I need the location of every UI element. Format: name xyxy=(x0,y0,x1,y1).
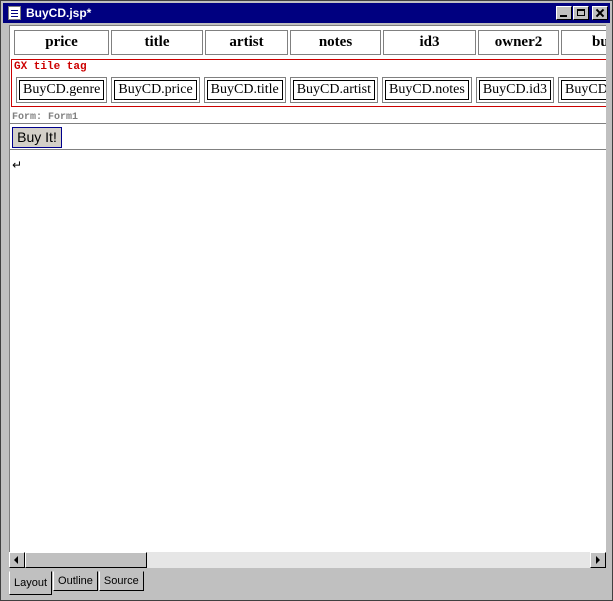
window-title: BuyCD.jsp* xyxy=(26,6,92,20)
scrollbar-thumb[interactable] xyxy=(25,552,147,568)
form-container[interactable]: Buy It! xyxy=(10,123,606,150)
tile-label: BuyCD.notes xyxy=(385,80,469,100)
gx-tile-tag[interactable]: GX tile tag BuyCD.genre BuyCD.price BuyC… xyxy=(11,59,606,107)
tile-label: BuyCD.artist xyxy=(292,80,375,100)
return-icon: ↵ xyxy=(12,158,23,172)
tile-price[interactable]: BuyCD.price xyxy=(111,77,200,103)
header-cell-owner2[interactable]: owner2 xyxy=(478,30,559,55)
scroll-right-icon[interactable] xyxy=(590,552,606,568)
tile-artist[interactable]: BuyCD.artist xyxy=(289,77,378,103)
header-cell-bu[interactable]: bu xyxy=(561,30,606,55)
gx-tile-tag-label: GX tile tag xyxy=(14,61,87,73)
tile-label: BuyCD xyxy=(561,80,606,100)
scroll-left-icon[interactable] xyxy=(9,552,25,568)
view-tabs: Layout Outline Source xyxy=(9,571,145,595)
tile-id3[interactable]: BuyCD.id3 xyxy=(475,77,555,103)
tile-genre[interactable]: BuyCD.genre xyxy=(16,77,108,103)
tab-outline[interactable]: Outline xyxy=(53,571,98,591)
design-canvas[interactable]: price title artist notes id3 owner2 bu G… xyxy=(9,25,606,552)
maximize-button[interactable] xyxy=(573,6,589,20)
tile-label: BuyCD.id3 xyxy=(478,80,552,100)
header-cell-notes[interactable]: notes xyxy=(290,30,381,55)
header-cell-price[interactable]: price xyxy=(14,30,109,55)
table-header-row: price title artist notes id3 owner2 bu xyxy=(14,30,606,57)
header-cell-id3[interactable]: id3 xyxy=(383,30,476,55)
tile-label: BuyCD.genre xyxy=(19,80,105,100)
tile-notes[interactable]: BuyCD.notes xyxy=(382,77,472,103)
horizontal-scrollbar[interactable] xyxy=(9,552,606,568)
header-cell-title[interactable]: title xyxy=(111,30,203,55)
close-button[interactable] xyxy=(592,6,608,20)
tile-title[interactable]: BuyCD.title xyxy=(203,77,286,103)
tile-label: BuyCD.title xyxy=(206,80,283,100)
editor-window: BuyCD.jsp* price title artist notes id3 … xyxy=(0,0,613,601)
tab-source[interactable]: Source xyxy=(98,571,144,591)
tile-clipped[interactable]: BuyCD xyxy=(558,77,606,103)
minimize-button[interactable] xyxy=(556,6,572,20)
form-label: Form: Form1 xyxy=(12,112,79,123)
document-icon xyxy=(8,6,21,20)
title-bar[interactable]: BuyCD.jsp* xyxy=(3,3,610,23)
tile-label: BuyCD.price xyxy=(114,80,197,100)
tab-layout[interactable]: Layout xyxy=(9,571,53,595)
buy-it-button[interactable]: Buy It! xyxy=(12,127,62,148)
tile-row: BuyCD.genre BuyCD.price BuyCD.title BuyC… xyxy=(16,77,606,103)
header-cell-artist[interactable]: artist xyxy=(205,30,288,55)
